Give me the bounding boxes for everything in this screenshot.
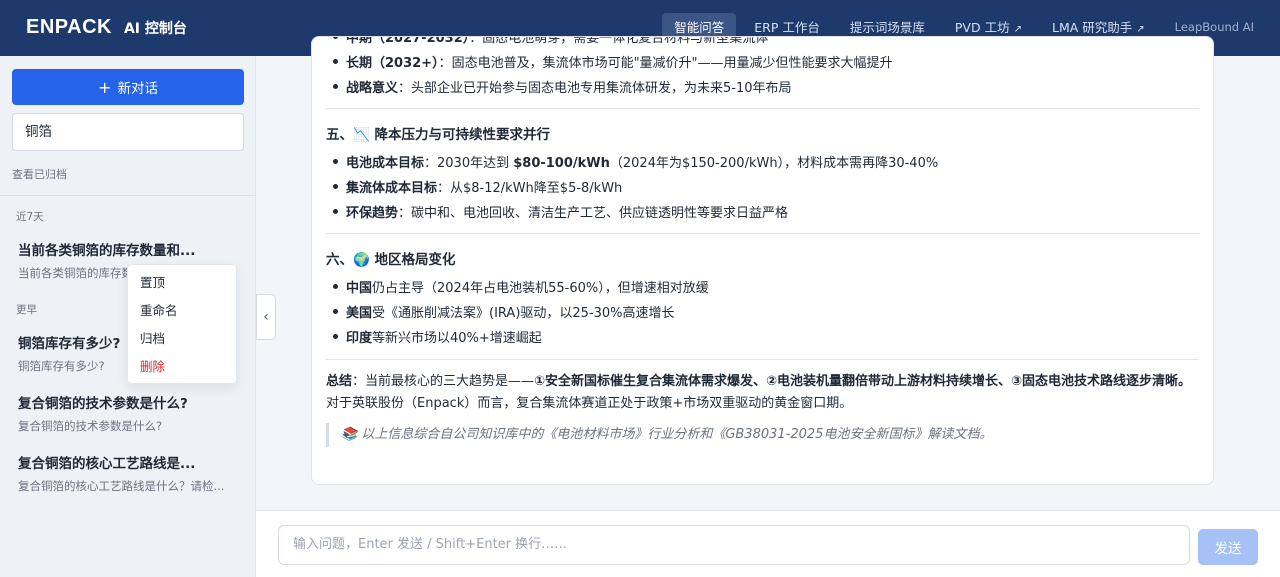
conversation-item[interactable]: 复合铜箔的技术参数是什么? 复合铜箔的技术参数是什么? (18, 392, 238, 434)
bullet-text: 仍占主导（2024年占电池装机55-60%），但增速相对放缓 (372, 281, 709, 296)
app-title: AI 控制台 (123, 20, 187, 37)
source-note: 📚 以上信息综合自公司知识库中的《电池材料市场》行业分析和《GB38031-20… (326, 423, 1199, 447)
answer-bullet: 环保趋势：碳中和、电池回收、清洁生产工艺、供应链透明性等要求日益严格 (326, 202, 1199, 221)
bullet-text: ：固态电池萌芽，需要一体化复合材料与新型集流体 (469, 36, 769, 46)
chevron-left-icon: ‹ (263, 309, 269, 325)
new-chat-button[interactable]: + 新对话 (12, 69, 244, 105)
section-divider (326, 233, 1199, 234)
logo-wordmark: ENPACK (26, 16, 112, 38)
menu-item-pin[interactable]: 置顶 (128, 269, 236, 297)
divider (0, 195, 255, 196)
section-divider (326, 359, 1199, 360)
nav-label: PVD 工坊 (954, 20, 1010, 35)
group-label-recent: 近7天 (16, 211, 44, 223)
conversation-subtitle: 复合铜箔的技术参数是什么? (18, 419, 163, 433)
answer-bullet: 印度等新兴市场以40%+增速崛起 (326, 327, 1199, 346)
bullet-text: 受《通胀削减法案》(IRA)驱动，以25-30%高速增长 (372, 306, 675, 321)
bullet-key: 中期（2027-2032） (346, 36, 470, 46)
section-divider (326, 108, 1199, 109)
answer-bullet: 集流体成本目标：从$8-12/kWh降至$5-8/kWh (326, 177, 1199, 196)
conversation-context-menu: 置顶 重命名 归档 删除 (127, 264, 237, 384)
section-heading: 五、📉 降本压力与可持续性要求并行 (326, 127, 551, 143)
conversation-title: 当前各类铜箔的库存数量和... (18, 243, 196, 259)
bullet-emphasis: $80-100/kWh (513, 156, 610, 171)
conversation-title: 复合铜箔的技术参数是什么? (18, 396, 188, 412)
bullet-key: 环保趋势 (346, 206, 399, 221)
sidebar: + 新对话 铜箔 查看已归档 近7天 当前各类铜箔的库存数量和... 当前各类铜… (0, 56, 256, 577)
bullet-key: 印度 (346, 331, 373, 346)
bullet-text: （2024年为$150-200/kWh），材料成本需再降30-40% (609, 156, 939, 171)
menu-item-rename[interactable]: 重命名 (128, 297, 236, 325)
bullet-text: ：碳中和、电池回收、清洁生产工艺、供应链透明性等要求日益严格 (398, 206, 789, 221)
bullet-key: 战略意义 (346, 81, 399, 96)
nav-label: LMA 研究助手 (1051, 20, 1133, 35)
menu-item-delete[interactable]: 删除 (128, 353, 236, 381)
summary-lead: ：当前最核心的三大趋势是—— (352, 374, 535, 389)
nav-label: 提示词场景库 (849, 20, 925, 35)
view-archived-link[interactable]: 查看已归档 (12, 166, 67, 182)
bullet-key: 长期（2032+） (346, 56, 439, 71)
answer-bullet: 美国受《通胀削减法案》(IRA)驱动，以25-30%高速增长 (326, 302, 1199, 321)
bullet-key: 美国 (346, 306, 373, 321)
answer-bullet: 电池成本目标：2030年达到 $80-100/kWh（2024年为$150-20… (326, 152, 1199, 171)
menu-item-archive[interactable]: 归档 (128, 325, 236, 353)
bullet-key: 集流体成本目标 (346, 181, 438, 196)
nav-label: ERP 工作台 (754, 20, 820, 35)
external-link-icon: ↗ (1136, 24, 1145, 35)
conversation-title: 复合铜箔的核心工艺路线是... (18, 456, 196, 472)
bullet-text: ：头部企业已开始参与固态电池专用集流体研发，为未来5-10年布局 (398, 81, 792, 96)
new-chat-label: 新对话 (117, 81, 158, 97)
conversation-subtitle: 复合铜箔的核心工艺路线是什么？请检... (18, 479, 225, 493)
nav-label: 智能问答 (674, 20, 725, 35)
search-input[interactable]: 铜箔 (12, 113, 244, 151)
plus-icon: + (98, 77, 112, 97)
sidebar-collapse-button[interactable]: ‹ (256, 294, 276, 340)
summary-label: 总结 (326, 374, 353, 389)
answer-card: 中期（2027-2032）：固态电池萌芽，需要一体化复合材料与新型集流体 长期（… (311, 36, 1214, 485)
nav-label: LeapBound AI (1174, 20, 1254, 34)
group-label-earlier: 更早 (16, 304, 37, 316)
bullet-text: 等新兴市场以40%+增速崛起 (372, 331, 542, 346)
bullet-text: ：固态电池普及，集流体市场可能"量减价升"——用量减少但性能要求大幅提升 (438, 56, 893, 71)
bullet-key: 中国 (346, 281, 373, 296)
section-heading: 六、🌍 地区格局变化 (326, 252, 456, 268)
composer: 输入问题，Enter 发送 / Shift+Enter 换行…… 发送 (256, 510, 1280, 577)
chat-input[interactable]: 输入问题，Enter 发送 / Shift+Enter 换行…… (278, 525, 1190, 565)
logo[interactable]: ENPACK AI 控制台 (26, 16, 187, 39)
answer-bullet: 中期（2027-2032）：固态电池萌芽，需要一体化复合材料与新型集流体 (326, 36, 1199, 46)
bullet-key: 电池成本目标 (346, 156, 425, 171)
bullet-text: ：从$8-12/kWh降至$5-8/kWh (437, 181, 623, 196)
summary-highlight: ①安全新国标催生复合集流体需求爆发、②电池装机量翻倍带动上游材料持续增长、③固态… (534, 374, 1192, 389)
send-button[interactable]: 发送 (1198, 529, 1258, 565)
answer-bullet: 战略意义：头部企业已开始参与固态电池专用集流体研发，为未来5-10年布局 (326, 77, 1199, 96)
summary-paragraph: 总结：当前最核心的三大趋势是——①安全新国标催生复合集流体需求爆发、②电池装机量… (326, 371, 1199, 415)
summary-tail: 对于英联股份（Enpack）而言，复合集流体赛道正处于政策+市场双重驱动的黄金窗… (326, 396, 853, 411)
conversation-item[interactable]: 复合铜箔的核心工艺路线是... 复合铜箔的核心工艺路线是什么？请检... (18, 452, 238, 494)
external-link-icon: ↗ (1013, 24, 1022, 35)
chat-area: 中期（2027-2032）：固态电池萌芽，需要一体化复合材料与新型集流体 长期（… (256, 36, 1280, 510)
answer-bullet: 长期（2032+）：固态电池普及，集流体市场可能"量减价升"——用量减少但性能要… (326, 52, 1199, 71)
answer-bullet: 中国仍占主导（2024年占电池装机55-60%），但增速相对放缓 (326, 277, 1199, 296)
bullet-text: ：2030年达到 (424, 156, 514, 171)
